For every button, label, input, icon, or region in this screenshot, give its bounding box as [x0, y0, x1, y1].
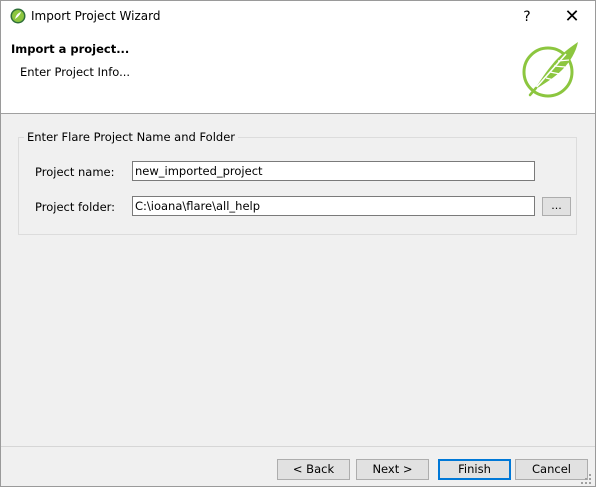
next-button[interactable]: Next > — [356, 459, 429, 480]
flare-app-icon — [10, 8, 26, 24]
import-project-wizard-window: Import Project Wizard ? ✕ Import a proje… — [0, 0, 596, 487]
madcap-flare-feather-icon — [522, 42, 578, 98]
wizard-header: Import a project... Enter Project Info..… — [1, 32, 595, 114]
close-button[interactable]: ✕ — [550, 1, 594, 32]
finish-button[interactable]: Finish — [438, 459, 511, 480]
title-bar: Import Project Wizard ? ✕ — [1, 1, 595, 32]
browse-folder-button[interactable]: ... — [542, 197, 571, 216]
cancel-button[interactable]: Cancel — [515, 459, 588, 480]
group-legend: Enter Flare Project Name and Folder — [24, 130, 238, 144]
window-title: Import Project Wizard — [31, 9, 161, 23]
project-name-label: Project name: — [35, 165, 115, 179]
project-folder-input[interactable] — [132, 196, 535, 216]
project-info-group: Enter Flare Project Name and Folder — [18, 130, 577, 235]
wizard-page-subtitle: Enter Project Info... — [20, 65, 131, 79]
wizard-page-title: Import a project... — [11, 42, 130, 56]
project-name-input[interactable] — [132, 161, 535, 181]
project-folder-label: Project folder: — [35, 200, 116, 214]
footer-divider — [1, 446, 595, 447]
resize-grip-icon[interactable] — [580, 473, 592, 485]
help-button[interactable]: ? — [505, 1, 549, 32]
back-button[interactable]: < Back — [277, 459, 350, 480]
